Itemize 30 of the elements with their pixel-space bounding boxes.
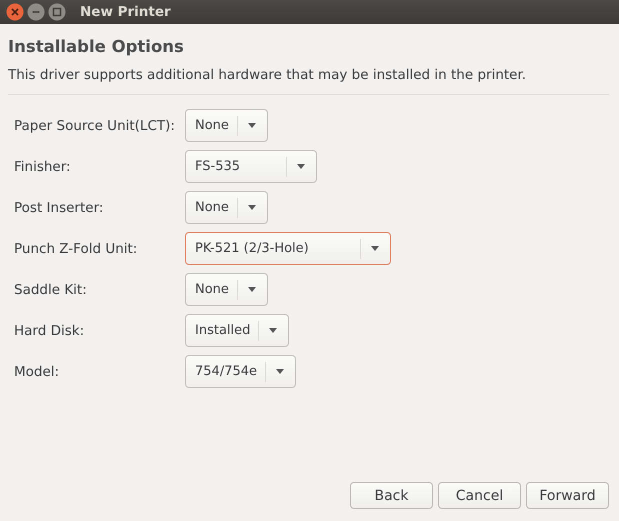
dropdown-arrow-icon [269,328,278,333]
option-label: Model: [14,364,60,380]
close-icon[interactable] [6,3,24,21]
option-label: Hard Disk: [14,322,86,338]
dropdown[interactable]: Installed [185,314,290,347]
dropdown[interactable]: PK-521 (2/3-Hole) [185,232,391,265]
option-label: Paper Source Unit(LCT): [14,118,176,134]
section-heading: Installable Options [8,37,185,56]
option-label: Post Inserter: [14,200,104,216]
dropdown-arrow-icon [371,246,379,251]
dialog-button[interactable]: Cancel [438,482,521,509]
window-title: New Printer [80,4,171,20]
option-label: Punch Z-Fold Unit: [14,240,138,256]
dropdown-arrow-icon [297,164,305,169]
option-label: Saddle Kit: [14,282,88,298]
dropdown-arrow-icon [276,369,284,374]
dialog-button[interactable]: Back [350,482,433,509]
dropdown[interactable]: None [185,273,268,306]
dropdown[interactable]: 754/754e [185,355,296,388]
option-label: Finisher: [14,158,72,174]
dialog-button[interactable]: Forward [526,482,609,509]
dropdown-arrow-icon [248,123,256,128]
description-text: This driver supports additional hardware that may be installed in the printer. [8,67,528,83]
dropdown[interactable]: None [185,191,268,224]
dropdown[interactable]: None [185,109,268,142]
minimize-icon[interactable] [27,3,45,21]
dropdown[interactable]: FS-535 [185,150,317,183]
dropdown-arrow-icon [248,205,256,210]
maximize-icon[interactable] [48,3,66,21]
dropdown-arrow-icon [248,287,256,292]
